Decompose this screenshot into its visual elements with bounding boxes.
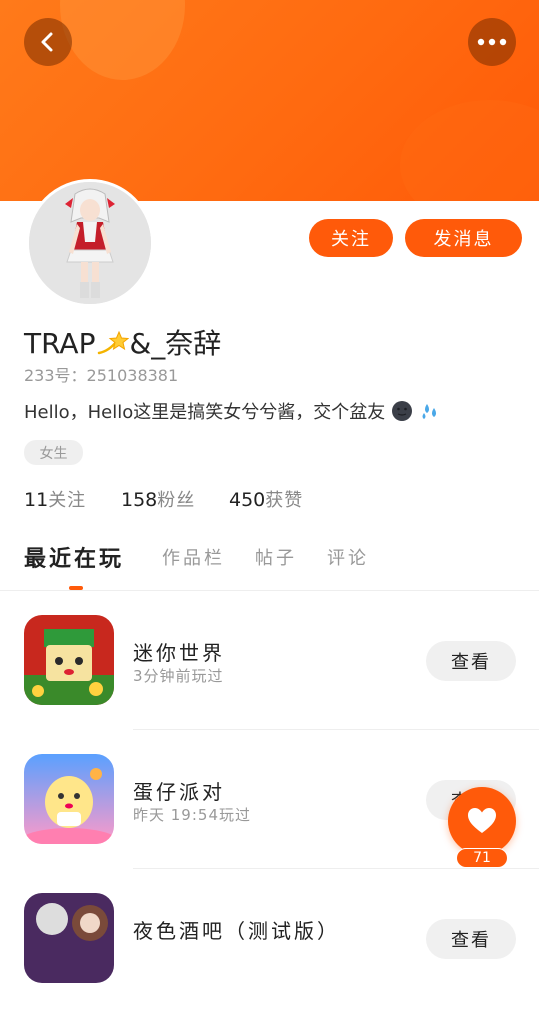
tab-posts[interactable]: 帖子 (255, 544, 297, 570)
dizzy-star-emoji-icon (98, 330, 130, 355)
game-name: 夜色酒吧（测试版） (133, 919, 340, 943)
profile-tabs: 最近在玩 作品栏 帖子 评论 (0, 536, 539, 590)
username-prefix: TRAP (24, 327, 96, 360)
mini-world-game-icon (24, 615, 114, 705)
divider (133, 729, 539, 730)
view-button[interactable]: 查看 (426, 641, 516, 681)
tab-works[interactable]: 作品栏 (162, 544, 225, 570)
like-count-badge: 71 (456, 848, 508, 868)
likes-label: 获赞 (265, 490, 304, 511)
bar-game-icon (24, 893, 114, 983)
username: TRAP &_奈辞 (24, 322, 221, 362)
heart-icon (468, 808, 496, 833)
new-moon-face-emoji-icon (391, 401, 412, 421)
sweat-droplets-emoji-icon (422, 404, 436, 419)
bio: Hello，Hello这里是搞笑女兮兮酱，交个盆友 (24, 398, 441, 424)
profile-stats: 11关注 158粉丝 450获赞 (0, 486, 539, 516)
banner-decoration (60, 0, 185, 80)
list-item[interactable]: 夜色酒吧（测试版） 查看 (0, 893, 539, 1032)
game-name: 蛋仔派对 (133, 780, 225, 804)
fans-label: 粉丝 (157, 490, 196, 511)
bio-text: Hello，Hello这里是搞笑女兮兮酱，交个盆友 (24, 402, 386, 423)
more-button[interactable] (468, 18, 516, 66)
tab-comments[interactable]: 评论 (327, 544, 369, 570)
avatar[interactable] (26, 179, 154, 307)
fans-stat[interactable]: 158粉丝 (121, 486, 195, 512)
following-count: 11 (24, 489, 49, 511)
chevron-left-icon (41, 32, 53, 52)
last-played-time: 3分钟前玩过 (133, 667, 224, 685)
profile-banner (0, 0, 539, 201)
tab-recently-played[interactable]: 最近在玩 (24, 541, 124, 573)
following-label: 关注 (48, 490, 87, 511)
more-dots-icon (477, 38, 507, 46)
game-name: 迷你世界 (133, 641, 225, 665)
last-played-time: 昨天 19:54玩过 (133, 806, 251, 824)
banner-decoration (400, 100, 539, 201)
follow-button[interactable]: 关注 (309, 219, 393, 257)
fans-count: 158 (121, 489, 158, 511)
following-stat[interactable]: 11关注 (24, 486, 86, 512)
likes-count: 450 (229, 489, 266, 511)
divider (0, 590, 539, 591)
back-button[interactable] (24, 18, 72, 66)
avatar-character-image (29, 182, 151, 304)
user-id: 233号：251038381 (24, 366, 179, 385)
view-button[interactable]: 查看 (426, 919, 516, 959)
gender-tag: 女生 (24, 440, 83, 465)
list-item[interactable]: 迷你世界 3分钟前玩过 查看 (0, 615, 539, 754)
likes-stat[interactable]: 450获赞 (229, 486, 303, 512)
divider (133, 868, 539, 869)
username-suffix: &_奈辞 (129, 327, 222, 360)
send-message-button[interactable]: 发消息 (405, 219, 522, 257)
like-button[interactable] (448, 787, 516, 855)
eggy-party-game-icon (24, 754, 114, 844)
